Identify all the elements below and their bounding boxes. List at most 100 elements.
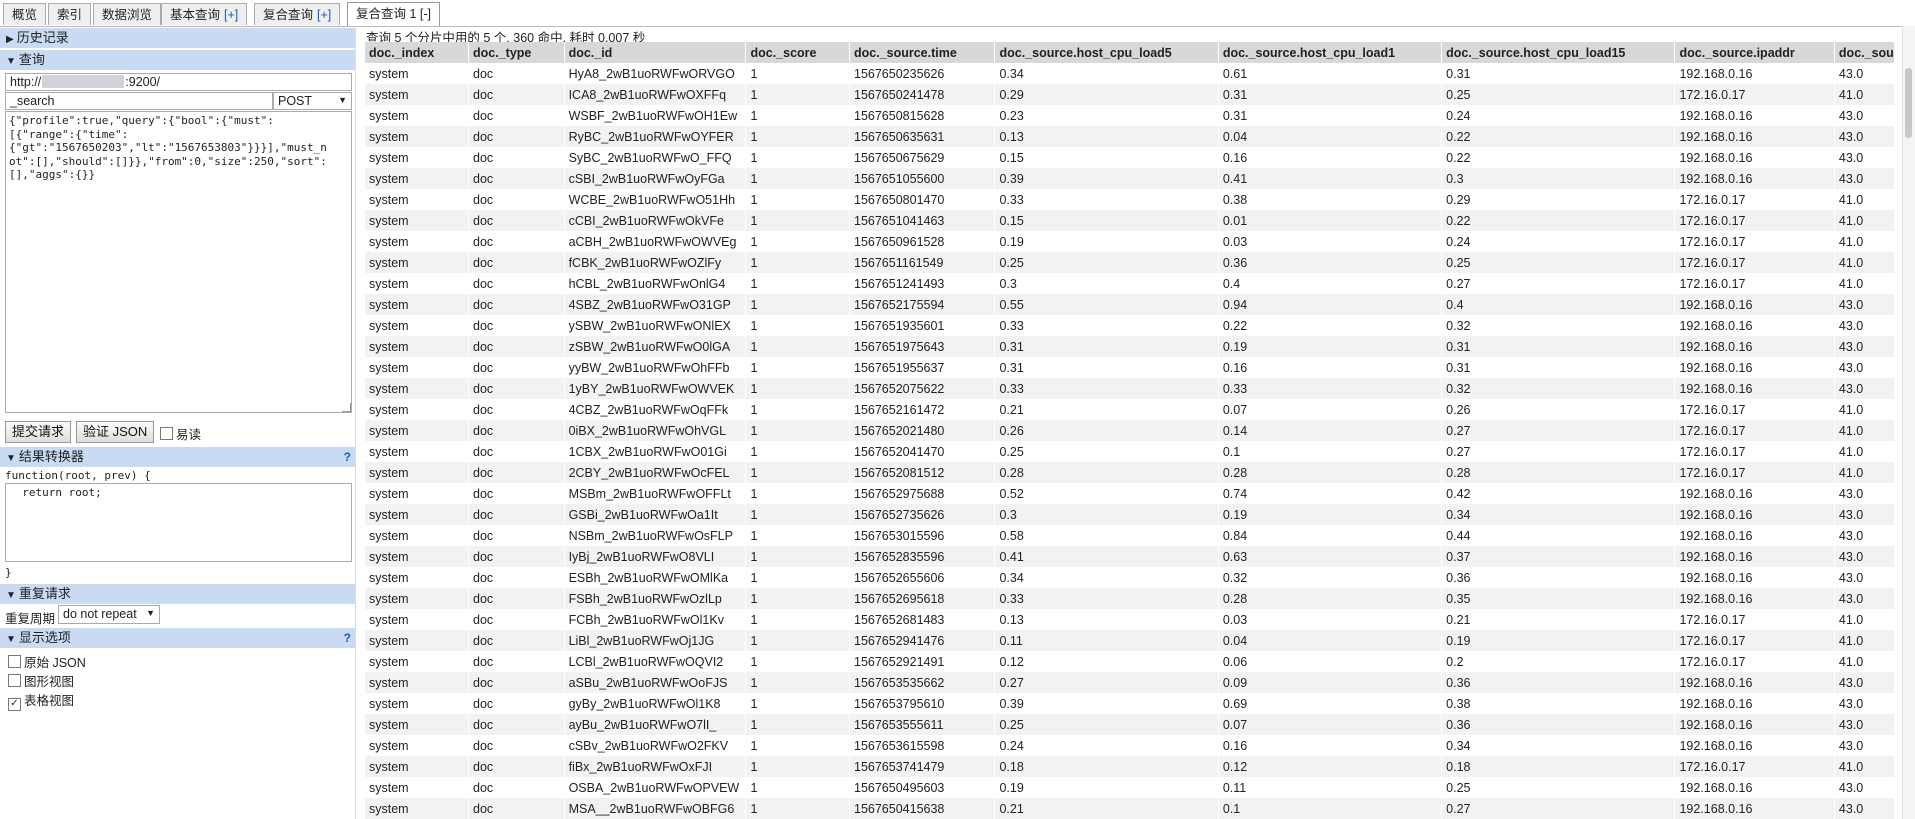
column-header[interactable]: doc._source.ipaddr (1674, 42, 1835, 63)
table-row[interactable]: system doc SyBC_2wB1uoRWFwO_FFQ 1 1567650675… (365, 147, 1895, 168)
tab-indices[interactable]: 索引 (48, 3, 92, 25)
validate-json-button[interactable]: 验证 JSON (76, 421, 155, 443)
table-cell: 0.3 (994, 273, 1219, 294)
help-icon[interactable]: ? (344, 628, 351, 648)
query-body-textarea[interactable]: {"profile":true,"query":{"bool":{"must":… (5, 111, 352, 413)
table-row[interactable]: system doc LiBl_2wB1uoRWFwOj1JG 1 1567652941… (365, 630, 1895, 651)
table-cell: 0.19 (1218, 504, 1443, 525)
table-row[interactable]: system doc fCBK_2wB1uoRWFwOZlFy 1 1567651161… (365, 252, 1895, 273)
submit-request-button[interactable]: 提交请求 (5, 421, 72, 443)
column-header[interactable]: doc._id (564, 42, 747, 63)
raw-json-option[interactable]: 原始 JSON (8, 652, 86, 671)
table-row[interactable]: system doc GSBi_2wB1uoRWFwOa1It 1 1567652735… (365, 504, 1895, 525)
table-cell: doc (468, 693, 565, 714)
history-section-header[interactable]: ▶ 历史记录 (0, 28, 355, 48)
help-icon[interactable]: ? (344, 447, 351, 467)
table-row[interactable]: system doc LCBl_2wB1uoRWFwOQVI2 1 1567652921… (365, 651, 1895, 672)
table-cell: 41.0 (1834, 210, 1895, 231)
table-row[interactable]: system doc ayBu_2wB1uoRWFwO7lI_ 1 1567653555… (365, 714, 1895, 735)
table-row[interactable]: system doc NSBm_2wB1uoRWFwOsFLP 1 1567653015… (365, 525, 1895, 546)
table-row[interactable]: system doc MSA__2wB1uoRWFwOBFG6 1 1567650415… (365, 798, 1895, 819)
column-header[interactable]: doc._type (468, 42, 565, 63)
tab-overview[interactable]: 概览 (3, 3, 47, 25)
transform-section-header[interactable]: ▼ 结果转换器 ? (0, 447, 355, 467)
table-row[interactable]: system doc zSBW_2wB1uoRWFwO0lGA 1 1567651975… (365, 336, 1895, 357)
table-row[interactable]: system doc WSBF_2wB1uoRWFwOH1Ew 1 1567650815… (365, 105, 1895, 126)
table-row[interactable]: system doc cCBI_2wB1uoRWFwOkVFe 1 1567651041… (365, 210, 1895, 231)
table-cell: doc (468, 84, 565, 105)
table-cell: 1 (745, 441, 850, 462)
tab-close-icon[interactable]: [-] (420, 7, 431, 21)
table-row[interactable]: system doc aSBu_2wB1uoRWFwOoFJS 1 1567653535… (365, 672, 1895, 693)
checkbox-icon[interactable] (8, 655, 21, 668)
column-header[interactable]: doc._sou (1834, 42, 1895, 63)
column-header[interactable]: doc._score (745, 42, 850, 63)
table-cell: LCBl_2wB1uoRWFwOQVI2 (564, 651, 747, 672)
table-cell: 0.12 (994, 651, 1219, 672)
table-row[interactable]: system doc 1yBY_2wB1uoRWFwOWVEK 1 1567652075… (365, 378, 1895, 399)
checkbox-checked-icon[interactable]: ✓ (8, 698, 21, 711)
scrollbar-thumb[interactable] (1905, 68, 1912, 138)
table-row[interactable]: system doc 4SBZ_2wB1uoRWFwO31GP 1 1567652175… (365, 294, 1895, 315)
table-row[interactable]: system doc MSBm_2wB1uoRWFwOFFLt 1 1567652975… (365, 483, 1895, 504)
table-row[interactable]: system doc ICA8_2wB1uoRWFwOXFFq 1 1567650241… (365, 84, 1895, 105)
column-header[interactable]: doc._source.host_cpu_load5 (994, 42, 1219, 63)
repeat-section-header[interactable]: ▼ 重复请求 (0, 584, 355, 604)
table-row[interactable]: system doc aCBH_2wB1uoRWFwOWVEg 1 1567650961… (365, 231, 1895, 252)
vertical-scrollbar[interactable] (1902, 26, 1915, 819)
transform-textarea[interactable]: return root; (5, 483, 352, 562)
graph-view-option[interactable]: 图形视图 (8, 671, 74, 690)
query-section-header[interactable]: ▼ 查询 (0, 50, 355, 70)
table-cell: 43.0 (1834, 735, 1895, 756)
resize-handle-icon[interactable] (342, 403, 351, 412)
table-row[interactable]: system doc fiBx_2wB1uoRWFwOxFJI 1 1567653741… (365, 756, 1895, 777)
table-row[interactable]: system doc cSBv_2wB1uoRWFwO2FKV 1 1567653615… (365, 735, 1895, 756)
table-row[interactable]: system doc 4CBZ_2wB1uoRWFwOqFFk 1 1567652161… (365, 399, 1895, 420)
table-row[interactable]: system doc 2CBY_2wB1uoRWFwOcFEL 1 1567652081… (365, 462, 1895, 483)
display-section-header[interactable]: ▼ 显示选项 ? (0, 628, 355, 648)
table-row[interactable]: system doc hCBL_2wB1uoRWFwOnlG4 1 1567651241… (365, 273, 1895, 294)
tab-add-icon[interactable]: [+] (317, 8, 331, 22)
table-row[interactable]: system doc ySBW_2wB1uoRWFwONlEX 1 1567651935… (365, 315, 1895, 336)
table-cell: 172.16.0.17 (1674, 399, 1835, 420)
column-header[interactable]: doc._source.host_cpu_load1 (1218, 42, 1443, 63)
checkbox-icon[interactable] (160, 427, 173, 440)
table-cell: 0.3 (1441, 168, 1676, 189)
table-row[interactable]: system doc OSBA_2wB1uoRWFwOPVEW 1 1567650495… (365, 777, 1895, 798)
easy-read-checkbox[interactable]: 易读 (160, 424, 201, 443)
table-row[interactable]: system doc 0iBX_2wB1uoRWFwOhVGL 1 1567652021… (365, 420, 1895, 441)
table-view-option[interactable]: ✓ 表格视图 (8, 690, 74, 711)
path-input[interactable]: _search (5, 92, 273, 110)
table-row[interactable]: system doc FCBh_2wB1uoRWFwOl1Kv 1 1567652681… (365, 609, 1895, 630)
table-row[interactable]: system doc ESBh_2wB1uoRWFwOMlKa 1 1567652655… (365, 567, 1895, 588)
tab-browser[interactable]: 数据浏览 (93, 3, 162, 25)
table-row[interactable]: system doc gyBy_2wB1uoRWFwOl1K8 1 1567653795… (365, 693, 1895, 714)
tab-add-icon[interactable]: [+] (224, 8, 238, 22)
method-select[interactable]: POST ▼ (273, 92, 352, 110)
table-cell: 0.26 (1441, 399, 1676, 420)
table-cell: 1567652655606 (849, 567, 996, 588)
table-cell: system (365, 756, 470, 777)
table-row[interactable]: system doc FSBh_2wB1uoRWFwOzlLp 1 1567652695… (365, 588, 1895, 609)
table-row[interactable]: system doc HyA8_2wB1uoRWFwORVGO 1 1567650235… (365, 63, 1895, 84)
table-row[interactable]: system doc 1CBX_2wB1uoRWFwO01Gi 1 1567652041… (365, 441, 1895, 462)
column-header[interactable]: doc._index (365, 42, 470, 63)
table-row[interactable]: system doc WCBE_2wB1uoRWFwO51Hh 1 1567650801… (365, 189, 1895, 210)
table-row[interactable]: system doc IyBj_2wB1uoRWFwO8VLI 1 1567652835… (365, 546, 1895, 567)
table-row[interactable]: system doc cSBI_2wB1uoRWFwOyFGa 1 1567651055… (365, 168, 1895, 189)
table-cell: cSBv_2wB1uoRWFwO2FKV (564, 735, 747, 756)
table-body: system doc HyA8_2wB1uoRWFwORVGO 1 1567650235… (365, 63, 1895, 819)
tab-compound-query[interactable]: 复合查询 [+] (254, 3, 341, 25)
table-row[interactable]: system doc RyBC_2wB1uoRWFwOYFER 1 1567650635… (365, 126, 1895, 147)
column-header[interactable]: doc._source.time (849, 42, 996, 63)
column-header[interactable]: doc._source.host_cpu_load15 (1441, 42, 1676, 63)
table-cell: doc (468, 252, 565, 273)
url-input[interactable]: http://:9200/ (5, 73, 352, 91)
table-cell: system (365, 672, 470, 693)
checkbox-icon[interactable] (8, 674, 21, 687)
table-cell: doc (468, 630, 565, 651)
tab-basic-query[interactable]: 基本查询 [+] (161, 3, 248, 25)
tab-compound-query-1[interactable]: 复合查询 1 [-] (347, 2, 441, 26)
repeat-period-select[interactable]: do not repeat ▼ (58, 605, 160, 624)
table-row[interactable]: system doc yyBW_2wB1uoRWFwOhFFb 1 1567651955… (365, 357, 1895, 378)
